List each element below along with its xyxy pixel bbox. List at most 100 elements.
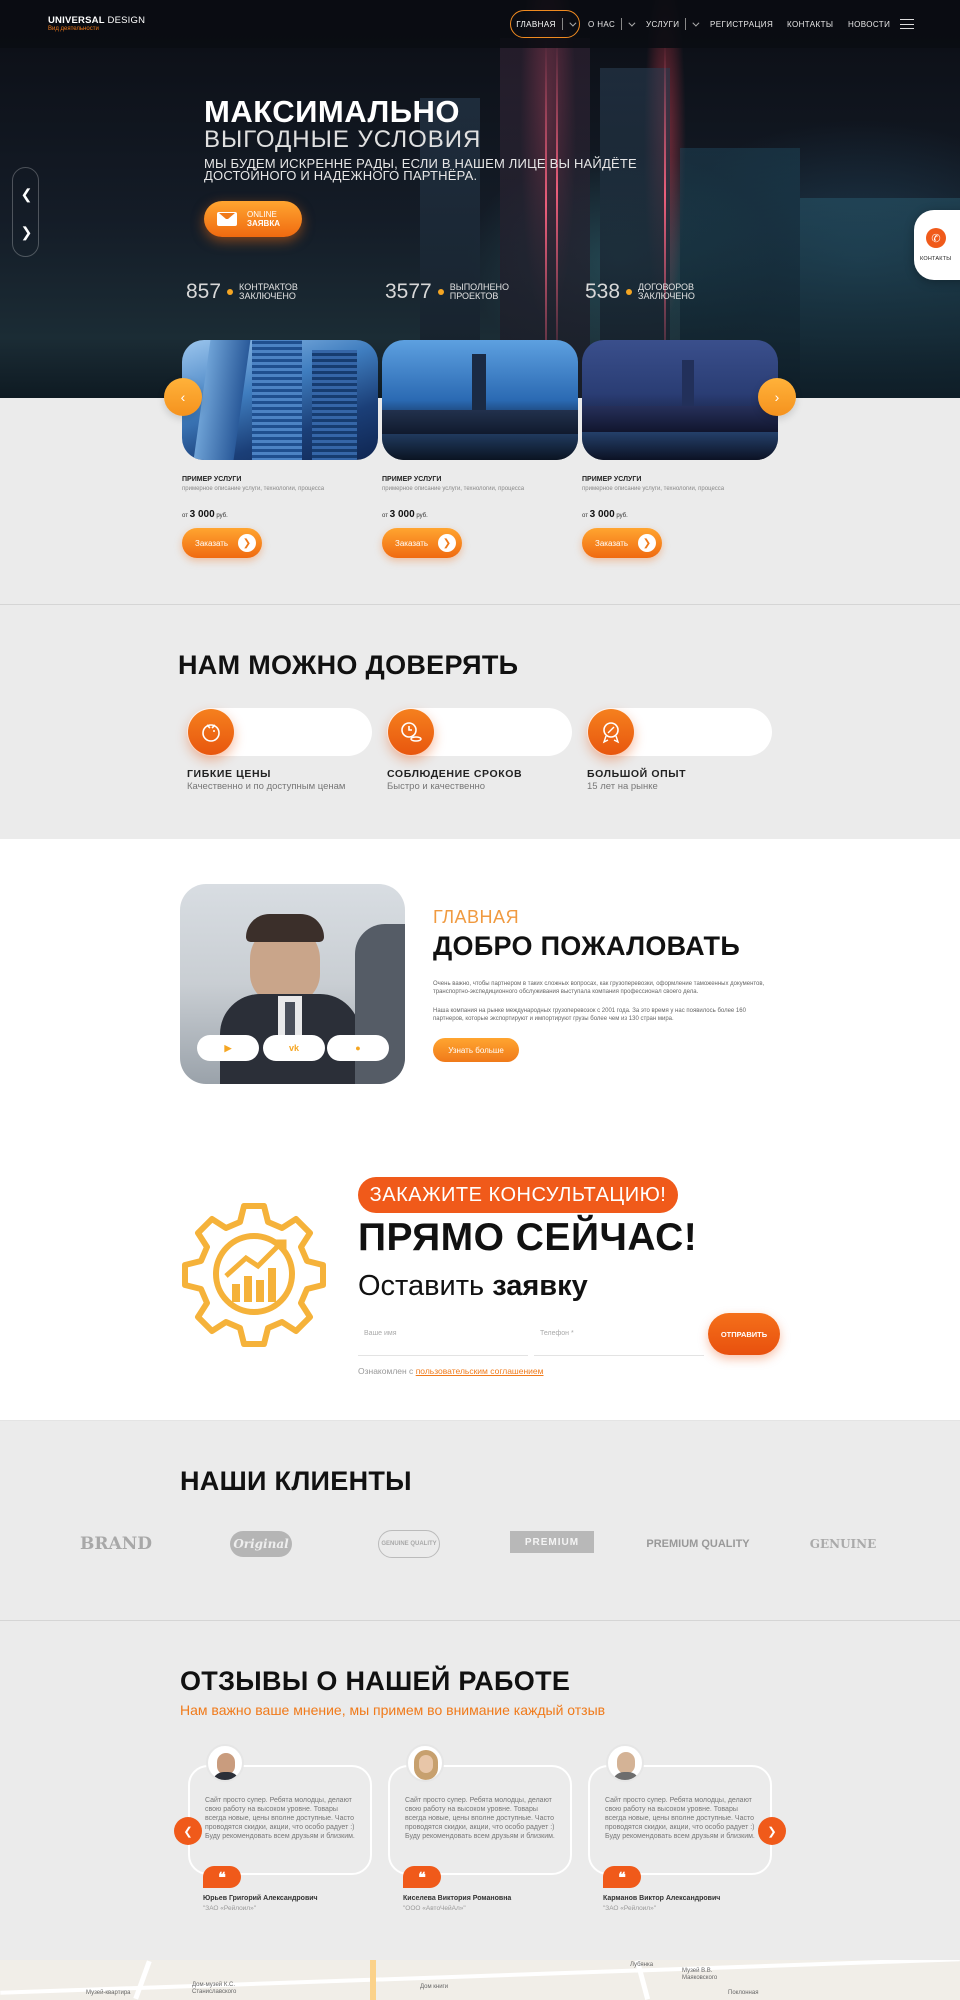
trust-item-title: БОЛЬШОЙ ОПЫТ — [587, 768, 687, 780]
map[interactable]: Музей-квартира Дом-музей К.С. Станиславс… — [0, 1960, 960, 2000]
order-button[interactable]: Заказать ❯ — [182, 528, 262, 558]
chevron-right-icon: ❯ — [767, 1825, 777, 1838]
reviews-prev-button[interactable]: ❮ — [174, 1817, 202, 1845]
reviewer-name: Юрьев Григорий Александрович — [203, 1895, 318, 1902]
consultation-subtitle: Оставить заявку — [358, 1270, 588, 1303]
welcome-paragraph: Наша компания на рынке международных гру… — [433, 1008, 746, 1022]
vk-button[interactable]: vk — [263, 1035, 325, 1061]
order-button[interactable]: Заказать ❯ — [382, 528, 462, 558]
service-description: примерное описание услуги, технологии, п… — [382, 486, 525, 492]
agreement-link[interactable]: пользовательским соглашением — [416, 1366, 544, 1376]
nav-separator — [621, 18, 623, 30]
nav-item-contacts[interactable]: КОНТАКТЫ — [787, 0, 833, 48]
service-title: ПРИМЕР УСЛУГИ — [182, 476, 242, 483]
stat-contracts: 857 КОНТРАКТОВ ЗАКЛЮЧЕНО — [186, 280, 298, 304]
nav-item-about[interactable]: О НАС — [588, 0, 636, 48]
avatar — [606, 1744, 644, 1782]
reviewer-name: Карманов Виктор Александрович — [603, 1895, 721, 1902]
agreement-text: Ознакомлен с пользовательским соглашение… — [358, 1366, 544, 1376]
price-prefix: от — [382, 513, 388, 519]
price-prefix: от — [582, 513, 588, 519]
phone-field[interactable]: Телефон * — [534, 1316, 704, 1356]
services-prev-button[interactable]: ‹ — [164, 378, 202, 416]
consultation-badge: ЗАКАЖИТЕ КОНСУЛЬТАЦИЮ! — [358, 1177, 678, 1213]
map-label: Лубянка — [630, 1962, 654, 1968]
welcome-paragraph: Очень важно, чтобы партнером в таких сло… — [433, 981, 765, 995]
online-request-button[interactable]: ONLINE ЗАЯВКА — [204, 201, 302, 237]
service-image[interactable] — [582, 340, 778, 460]
stat-number: 3577 — [385, 280, 432, 303]
stat-number: 538 — [585, 280, 621, 303]
logo-design: DESIGN — [107, 15, 146, 26]
chevron-right-icon[interactable]: ❯ — [13, 214, 40, 250]
hero-subtitle: ВЫГОДНЫЕ УСЛОВИЯ — [204, 126, 482, 153]
chevron-left-icon: ‹ — [180, 389, 186, 405]
logo-tagline: Вид деятельности — [48, 26, 99, 32]
price-value: 3 000 — [589, 509, 615, 520]
chevron-down-icon — [692, 19, 700, 27]
nav-label: УСЛУГИ — [646, 19, 680, 29]
service-description: примерное описание услуги, технологии, п… — [182, 486, 325, 492]
trust-title: НАМ МОЖНО ДОВЕРЯТЬ — [178, 650, 519, 680]
stat-label: КОНТРАКТОВ ЗАКЛЮЧЕНО — [239, 283, 298, 301]
odnoklassniki-icon: ● — [355, 1043, 361, 1053]
reviewer-company: "ЗАО «Рейлоил»" — [203, 1905, 257, 1912]
logo[interactable]: UNIVERSAL DESIGN — [48, 15, 145, 26]
consultation-subtitle-bold: заявку — [492, 1270, 588, 1302]
trust-item-title: ГИБКИЕ ЦЕНЫ — [187, 768, 272, 780]
chevron-left-icon[interactable]: ❮ — [13, 176, 40, 212]
chevron-down-icon — [569, 19, 577, 27]
map-label: Поклонная — [728, 1990, 759, 1996]
service-image[interactable] — [182, 340, 378, 460]
reviewer-company: "ООО «АвтоЧейАл»" — [403, 1905, 466, 1912]
map-label: Дом-музей К.С. Станиславского — [192, 1982, 237, 1995]
review-text: Сайт просто супер. Ребята молодцы, делаю… — [605, 1797, 755, 1840]
nav-item-services[interactable]: УСЛУГИ — [646, 0, 700, 48]
section-divider — [0, 1620, 960, 1621]
price-unit: руб. — [616, 513, 628, 519]
section-divider — [0, 604, 960, 605]
welcome-kicker: ГЛАВНАЯ — [433, 907, 520, 927]
learn-more-button[interactable]: Узнать больше — [433, 1038, 519, 1062]
name-field[interactable]: Ваше имя — [358, 1316, 528, 1356]
clients-title: НАШИ КЛИЕНТЫ — [180, 1466, 412, 1496]
quote-icon: ❝ — [603, 1866, 641, 1888]
stat-agreements: 538 ДОГОВОРОВ ЗАКЛЮЧЕНО — [585, 280, 695, 304]
contacts-tab-label: КОНТАКТЫ — [920, 256, 952, 262]
quote-icon: ❝ — [203, 1866, 241, 1888]
contacts-tab[interactable]: ✆ КОНТАКТЫ — [914, 210, 960, 280]
nav-item-registration[interactable]: РЕГИСТРАЦИЯ — [710, 0, 773, 48]
reviews-title: ОТЗЫВЫ О НАШЕЙ РАБОТЕ — [180, 1666, 571, 1696]
service-title: ПРИМЕР УСЛУГИ — [582, 476, 642, 483]
reviews-next-button[interactable]: ❯ — [758, 1817, 786, 1845]
youtube-button[interactable]: ▶ — [197, 1035, 259, 1061]
order-button-label: Заказать — [595, 538, 629, 548]
trust-item-subtitle: 15 лет на рынке — [587, 781, 658, 792]
clock-coins-icon — [388, 709, 434, 755]
nav-item-home[interactable]: ГЛАВНАЯ — [510, 10, 580, 38]
hero-title: МАКСИМАЛЬНО — [204, 94, 461, 129]
service-description: примерное описание услуги, технологии, п… — [582, 486, 725, 492]
order-button[interactable]: Заказать ❯ — [582, 528, 662, 558]
price-unit: руб. — [416, 513, 428, 519]
award-icon — [588, 709, 634, 755]
send-button[interactable]: ОТПРАВИТЬ — [708, 1313, 780, 1355]
price-prefix: от — [182, 513, 188, 519]
review-text: Сайт просто супер. Ребята молодцы, делаю… — [205, 1797, 355, 1840]
stat-dot — [437, 289, 444, 295]
arrow-right-icon: ❯ — [438, 534, 456, 552]
avatar — [206, 1744, 244, 1782]
agreement-prefix: Ознакомлен с — [358, 1366, 414, 1376]
nav-item-news[interactable]: НОВОСТИ — [848, 0, 890, 48]
service-image[interactable] — [382, 340, 578, 460]
menu-icon[interactable] — [900, 19, 914, 29]
odnoklassniki-button[interactable]: ● — [327, 1035, 389, 1061]
hero-section: ❮ ❯ МАКСИМАЛЬНО ВЫГОДНЫЕ УСЛОВИЯ МЫ БУДЕ… — [0, 0, 960, 398]
logo-brand: UNIVERSAL — [48, 15, 105, 26]
nav-separator — [685, 18, 687, 30]
stat-label: ДОГОВОРОВ ЗАКЛЮЧЕНО — [638, 283, 695, 301]
gear-chart-icon — [178, 1198, 330, 1350]
arrow-right-icon: ❯ — [638, 534, 656, 552]
welcome-title: ДОБРО ПОЖАЛОВАТЬ — [433, 931, 741, 961]
services-next-button[interactable]: › — [758, 378, 796, 416]
